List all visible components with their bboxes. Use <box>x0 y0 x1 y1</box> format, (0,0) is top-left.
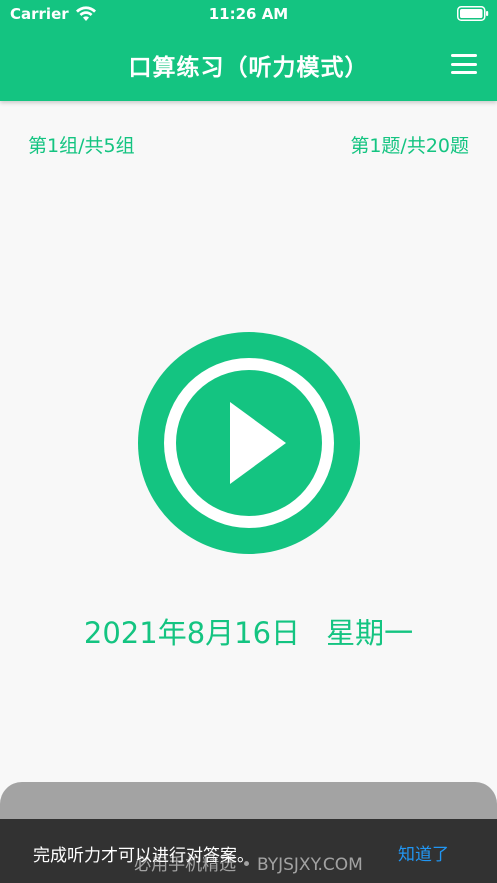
page-title: 口算练习（听力模式） <box>128 55 369 81</box>
question-progress-label: 第1题/共20题 <box>350 135 469 157</box>
menu-bar-bottom <box>451 71 477 74</box>
app-header: Carrier 11:26 AM 口算练习（听力模式） <box>0 0 497 101</box>
status-time: 11:26 AM <box>208 5 289 23</box>
battery-icon <box>457 6 489 21</box>
hamburger-menu-icon[interactable] <box>451 54 477 74</box>
status-bar: Carrier 11:26 AM <box>0 0 497 30</box>
group-progress-label: 第1组/共5组 <box>28 135 135 157</box>
date-text: 2021年8月16日 <box>83 616 301 650</box>
menu-bar-top <box>451 54 477 57</box>
watermark-text: 必用手机精选 • BYJSJXY.COM <box>134 855 363 875</box>
menu-bar-middle <box>451 62 477 66</box>
weekday-text: 星期一 <box>326 616 414 650</box>
date-display: 2021年8月16日 星期一 <box>0 610 497 652</box>
play-button[interactable] <box>138 332 360 554</box>
